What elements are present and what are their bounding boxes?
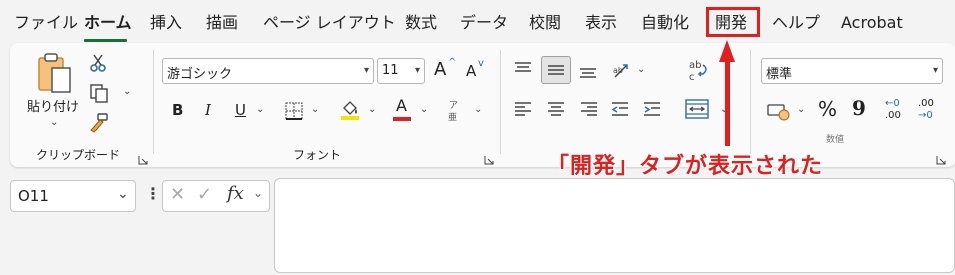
tab-insert[interactable]: 挿入: [150, 12, 182, 34]
bold-button[interactable]: B: [172, 101, 183, 119]
annotation-arrow-shaft: [725, 60, 730, 146]
number-format-combo[interactable]: 標準 ▾: [761, 58, 943, 84]
chevron-down-icon[interactable]: ⌄: [253, 186, 263, 200]
tab-data[interactable]: データ: [460, 12, 508, 34]
clipboard-group-label: クリップボード: [36, 148, 121, 162]
tab-acrobat[interactable]: Acrobat: [841, 12, 903, 34]
caret-down-icon: v: [478, 58, 484, 69]
format-painter-icon[interactable]: [88, 112, 110, 134]
formula-actions: ✕ ✓ fx ⌄: [162, 180, 270, 212]
align-middle-icon[interactable]: [541, 56, 571, 84]
annotation-arrow-head-icon: [719, 40, 735, 62]
font-size-combo[interactable]: 11 ▾: [377, 58, 425, 84]
fill-color-dropdown-icon[interactable]: ⌄: [368, 104, 376, 115]
decrease-decimal-icon[interactable]: .00: [918, 98, 934, 109]
number-format-value: 標準: [766, 67, 793, 82]
clipboard-dialog-launcher-icon[interactable]: [138, 150, 148, 165]
align-bottom-icon[interactable]: [577, 62, 599, 80]
fill-color-icon[interactable]: [339, 99, 361, 121]
separator: [153, 50, 154, 154]
underline-button[interactable]: U: [235, 101, 246, 119]
number-dialog-launcher-icon[interactable]: [936, 150, 946, 165]
annotation-callout: 「開発」タブが表示された: [547, 154, 824, 179]
tab-formulas[interactable]: 数式: [405, 12, 437, 34]
insert-function-button[interactable]: fx: [227, 183, 244, 204]
font-group-label: フォント: [293, 148, 342, 162]
menu-bar: ファイル ホーム 挿入 描画 ページ レイアウト 数式 データ 校閲 表示 自動…: [0, 0, 955, 44]
align-top-icon[interactable]: [512, 60, 534, 78]
chevron-down-icon[interactable]: ⌄: [117, 186, 129, 202]
paste-dropdown-icon[interactable]: ⌄: [50, 117, 58, 128]
font-name-value: 游ゴシック: [167, 67, 233, 82]
orientation-icon[interactable]: ab: [610, 60, 634, 82]
more-options-icon[interactable]: ⋮: [145, 184, 161, 203]
cut-icon[interactable]: [88, 52, 108, 74]
enter-icon[interactable]: ✓: [197, 184, 212, 205]
paste-label[interactable]: 貼り付け: [27, 96, 79, 115]
chevron-down-icon: ▾: [363, 65, 369, 76]
name-box[interactable]: O11 ⌄: [10, 180, 136, 212]
chevron-down-icon: ▾: [414, 65, 420, 76]
percent-style-button[interactable]: %: [818, 97, 837, 121]
font-color-dropdown-icon[interactable]: ⌄: [420, 104, 428, 115]
italic-button[interactable]: I: [205, 101, 211, 119]
copy-icon[interactable]: [88, 82, 110, 104]
tab-file[interactable]: ファイル: [14, 12, 78, 34]
tab-home[interactable]: ホーム: [84, 12, 132, 34]
orientation-dropdown-icon[interactable]: ⌄: [637, 64, 645, 75]
name-box-value: O11: [18, 187, 49, 205]
borders-dropdown-icon[interactable]: ⌄: [311, 104, 319, 115]
separator: [750, 50, 751, 154]
tab-review[interactable]: 校閲: [529, 12, 561, 34]
borders-icon[interactable]: [284, 101, 304, 121]
align-right-icon[interactable]: [578, 100, 600, 120]
increase-decimal-icon[interactable]: ←0: [885, 98, 900, 109]
chevron-down-icon: ▾: [932, 65, 938, 76]
align-left-icon[interactable]: [512, 100, 534, 120]
separator: [500, 50, 501, 154]
accounting-dropdown-icon[interactable]: ⌄: [797, 104, 805, 115]
font-size-value: 11: [382, 63, 399, 78]
phonetic-guide-base-icon: 亜: [448, 113, 458, 123]
active-tab-indicator: [84, 39, 127, 42]
decrease-font-size-icon[interactable]: A: [466, 62, 476, 80]
accounting-format-icon[interactable]: [765, 100, 791, 122]
number-group-label: 数値: [826, 135, 845, 145]
cancel-icon[interactable]: ✕: [170, 184, 185, 205]
font-dialog-launcher-icon[interactable]: [484, 150, 494, 165]
decrease-decimal-bottom: →0: [918, 110, 933, 121]
copy-dropdown-icon[interactable]: ⌄: [123, 86, 131, 97]
align-center-icon[interactable]: [545, 100, 567, 120]
tab-draw[interactable]: 描画: [206, 12, 238, 34]
phonetic-dropdown-icon[interactable]: ⌄: [474, 104, 482, 115]
paste-icon[interactable]: [36, 52, 76, 96]
svg-text:ab: ab: [689, 60, 701, 71]
tab-view[interactable]: 表示: [585, 12, 617, 34]
developer-tab-highlight: [706, 7, 760, 37]
comma-style-button[interactable]: 9: [852, 96, 866, 120]
tab-automate[interactable]: 自動化: [641, 12, 689, 34]
svg-text:ab: ab: [613, 66, 623, 75]
increase-decimal-bottom: .00: [885, 110, 901, 121]
tab-help[interactable]: ヘルプ: [772, 12, 820, 34]
wrap-text-icon[interactable]: ab c: [684, 56, 712, 84]
font-color-letter: A: [396, 96, 407, 115]
increase-font-size-icon[interactable]: A: [434, 59, 446, 80]
svg-text:c: c: [689, 72, 695, 83]
font-name-combo[interactable]: 游ゴシック ▾: [162, 58, 374, 84]
increase-indent-icon[interactable]: [641, 100, 663, 120]
tab-page-layout[interactable]: ページ レイアウト: [263, 12, 396, 34]
caret-up-icon: ^: [448, 57, 457, 68]
merge-center-icon[interactable]: [684, 98, 710, 120]
formula-input[interactable]: [274, 178, 955, 273]
underline-dropdown-icon[interactable]: ⌄: [256, 104, 264, 115]
decrease-indent-icon[interactable]: [609, 100, 631, 120]
